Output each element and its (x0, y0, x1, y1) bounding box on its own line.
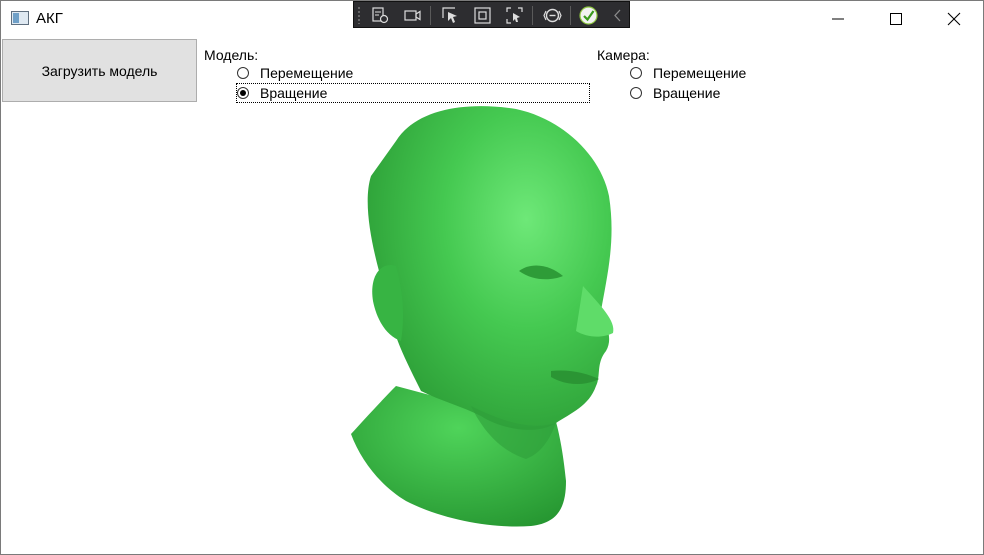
minimize-button[interactable] (809, 1, 867, 37)
model-group-label: Модель: (204, 47, 259, 63)
radio-circle-selected[interactable] (237, 87, 249, 99)
toolbar-separator (532, 6, 533, 25)
radio-label: Перемещение (260, 65, 354, 81)
check-icon (579, 6, 598, 25)
radio-label: Вращение (653, 85, 721, 101)
app-window: АКГ Загрузить модель Модель: Перемещение… (0, 0, 984, 555)
collapse-toolbar-button[interactable] (608, 5, 629, 26)
radio-label: Перемещение (653, 65, 747, 81)
display-layout-adorners-icon (474, 7, 491, 24)
load-model-button[interactable]: Загрузить модель (2, 39, 197, 102)
track-focus-button[interactable] (504, 5, 525, 26)
record-button[interactable] (402, 5, 423, 26)
binding-failures-icon (543, 8, 562, 23)
radio-circle[interactable] (630, 67, 642, 79)
radio-circle[interactable] (630, 87, 642, 99)
radio-label: Вращение (260, 85, 328, 101)
record-icon (404, 10, 421, 21)
close-icon (947, 12, 961, 26)
minimize-icon (832, 18, 844, 20)
close-button[interactable] (925, 1, 983, 37)
model-radio-rotate[interactable]: Вращение (236, 83, 590, 103)
camera-radio-rotate[interactable]: Вращение (630, 85, 722, 101)
collapse-chevron-icon (614, 9, 621, 22)
live-visual-tree-button[interactable] (370, 5, 391, 26)
toolbar-separator (430, 6, 431, 25)
hot-reload-status[interactable] (578, 5, 599, 26)
window-title: АКГ (36, 10, 63, 27)
radio-circle[interactable] (237, 67, 249, 79)
select-element-button[interactable] (440, 5, 461, 26)
select-element-icon (442, 7, 457, 23)
camera-group-label: Камера: (597, 47, 650, 63)
live-visual-tree-icon (372, 7, 389, 24)
track-focus-icon (506, 7, 523, 24)
maximize-icon (890, 13, 902, 25)
ear (372, 265, 404, 341)
toolbar-grip[interactable] (357, 6, 361, 24)
model-radio-translate[interactable]: Перемещение (237, 65, 355, 81)
app-icon (11, 11, 29, 25)
binding-failures-button[interactable] (542, 5, 563, 26)
head-model (351, 106, 614, 527)
render-viewport[interactable] (301, 101, 661, 536)
layout-adorners-button[interactable] (472, 5, 493, 26)
xaml-debug-toolbar (353, 1, 630, 28)
maximize-button[interactable] (867, 1, 925, 37)
toolbar-separator (570, 6, 571, 25)
camera-radio-translate[interactable]: Перемещение (630, 65, 748, 81)
